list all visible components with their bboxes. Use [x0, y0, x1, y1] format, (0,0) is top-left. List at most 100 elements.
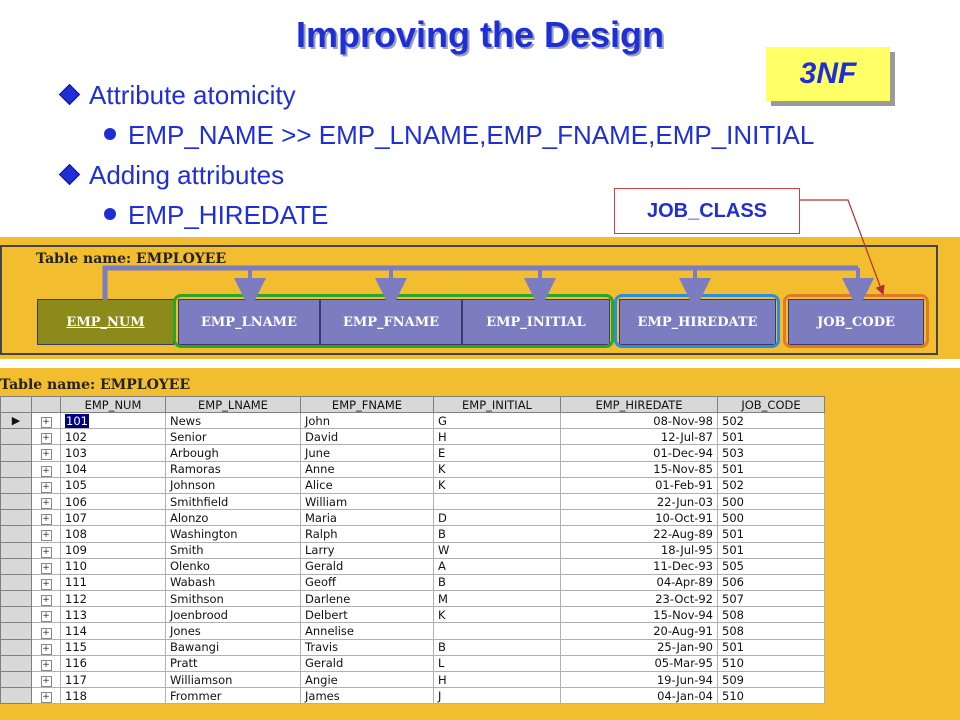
- cell-emp-num[interactable]: 112: [60, 590, 166, 608]
- cell-emp-fname[interactable]: Anne: [300, 460, 434, 478]
- cell-emp-num[interactable]: 102: [60, 428, 166, 446]
- expand-row-icon[interactable]: +: [31, 687, 61, 705]
- table-row[interactable]: +109 Smith Larry W 18-Jul-95 501: [0, 541, 825, 559]
- table-row[interactable]: +107 Alonzo Maria D 10-Oct-91 500: [0, 509, 825, 527]
- row-selector[interactable]: [0, 444, 32, 462]
- cell-emp-fname[interactable]: Ralph: [300, 525, 434, 543]
- cell-emp-fname[interactable]: David: [300, 428, 434, 446]
- cell-job-code[interactable]: 506: [717, 573, 825, 592]
- cell-emp-lname[interactable]: Smith: [165, 541, 301, 559]
- row-selector[interactable]: [0, 654, 32, 673]
- row-selector[interactable]: ▶: [0, 411, 32, 430]
- cell-emp-num[interactable]: 109: [60, 541, 166, 559]
- cell-emp-hiredate[interactable]: 08-Nov-98: [560, 411, 718, 430]
- table-row[interactable]: +103 Arbough June E 01-Dec-94 503: [0, 444, 825, 462]
- cell-emp-initial[interactable]: H: [433, 670, 561, 689]
- cell-job-code[interactable]: 503: [717, 444, 825, 462]
- cell-emp-initial[interactable]: J: [433, 687, 561, 705]
- cell-emp-num[interactable]: 101: [60, 411, 166, 430]
- cell-job-code[interactable]: 509: [717, 670, 825, 689]
- cell-emp-lname[interactable]: Washington: [165, 525, 301, 543]
- cell-job-code[interactable]: 507: [717, 590, 825, 608]
- row-selector[interactable]: [0, 670, 32, 689]
- expand-row-icon[interactable]: +: [31, 525, 61, 543]
- table-row[interactable]: +112 Smithson Darlene M 23-Oct-92 507: [0, 590, 825, 608]
- cell-emp-num[interactable]: 113: [60, 606, 166, 624]
- cell-job-code[interactable]: 500: [717, 492, 825, 511]
- cell-emp-initial[interactable]: A: [433, 557, 561, 575]
- cell-emp-lname[interactable]: Johnson: [165, 476, 301, 494]
- cell-emp-initial[interactable]: E: [433, 444, 561, 462]
- cell-emp-fname[interactable]: Gerald: [300, 557, 434, 575]
- cell-emp-hiredate[interactable]: 18-Jul-95: [560, 541, 718, 559]
- expand-row-icon[interactable]: +: [31, 509, 61, 527]
- row-selector[interactable]: [0, 573, 32, 592]
- row-selector[interactable]: [0, 606, 32, 624]
- row-selector[interactable]: [0, 525, 32, 543]
- expand-row-icon[interactable]: +: [31, 541, 61, 559]
- table-row[interactable]: +104 Ramoras Anne K 15-Nov-85 501: [0, 460, 825, 478]
- cell-job-code[interactable]: 505: [717, 557, 825, 575]
- expand-row-icon[interactable]: +: [31, 557, 61, 575]
- cell-emp-hiredate[interactable]: 23-Oct-92: [560, 590, 718, 608]
- cell-emp-fname[interactable]: Angie: [300, 670, 434, 689]
- row-selector[interactable]: [0, 622, 32, 640]
- cell-emp-hiredate[interactable]: 25-Jan-90: [560, 638, 718, 656]
- table-row[interactable]: +117 Williamson Angie H 19-Jun-94 509: [0, 670, 825, 689]
- cell-emp-lname[interactable]: News: [165, 411, 301, 430]
- cell-emp-initial[interactable]: G: [433, 411, 561, 430]
- cell-emp-fname[interactable]: Delbert: [300, 606, 434, 624]
- cell-emp-initial[interactable]: H: [433, 428, 561, 446]
- table-row[interactable]: ▶ +101 News John G 08-Nov-98 502: [0, 411, 825, 430]
- cell-emp-fname[interactable]: Geoff: [300, 573, 434, 592]
- cell-emp-initial[interactable]: L: [433, 654, 561, 673]
- cell-emp-hiredate[interactable]: 10-Oct-91: [560, 509, 718, 527]
- cell-job-code[interactable]: 510: [717, 687, 825, 705]
- cell-emp-initial[interactable]: [433, 622, 561, 640]
- cell-emp-lname[interactable]: Olenko: [165, 557, 301, 575]
- cell-emp-lname[interactable]: Ramoras: [165, 460, 301, 478]
- cell-emp-lname[interactable]: Jones: [165, 622, 301, 640]
- header-emp-hiredate[interactable]: EMP_HIREDATE: [560, 396, 718, 413]
- table-row[interactable]: +114 Jones Annelise 20-Aug-91 508: [0, 622, 825, 640]
- cell-emp-hiredate[interactable]: 22-Aug-89: [560, 525, 718, 543]
- cell-emp-hiredate[interactable]: 04-Apr-89: [560, 573, 718, 592]
- cell-emp-lname[interactable]: Pratt: [165, 654, 301, 673]
- cell-emp-num[interactable]: 110: [60, 557, 166, 575]
- expand-row-icon[interactable]: +: [31, 444, 61, 462]
- cell-emp-num[interactable]: 111: [60, 573, 166, 592]
- cell-emp-fname[interactable]: Gerald: [300, 654, 434, 673]
- cell-emp-initial[interactable]: K: [433, 606, 561, 624]
- cell-job-code[interactable]: 502: [717, 411, 825, 430]
- cell-emp-hiredate[interactable]: 15-Nov-94: [560, 606, 718, 624]
- cell-emp-num[interactable]: 108: [60, 525, 166, 543]
- cell-emp-fname[interactable]: June: [300, 444, 434, 462]
- cell-emp-num[interactable]: 118: [60, 687, 166, 705]
- cell-emp-num[interactable]: 114: [60, 622, 166, 640]
- expand-row-icon[interactable]: +: [31, 654, 61, 673]
- cell-emp-fname[interactable]: James: [300, 687, 434, 705]
- row-selector[interactable]: [0, 460, 32, 478]
- row-selector[interactable]: [0, 428, 32, 446]
- cell-emp-num[interactable]: 116: [60, 654, 166, 673]
- cell-job-code[interactable]: 502: [717, 476, 825, 494]
- cell-emp-fname[interactable]: Maria: [300, 509, 434, 527]
- row-selector[interactable]: [0, 590, 32, 608]
- row-selector[interactable]: [0, 492, 32, 511]
- expand-row-icon[interactable]: +: [31, 411, 61, 430]
- cell-emp-initial[interactable]: D: [433, 509, 561, 527]
- cell-emp-initial[interactable]: M: [433, 590, 561, 608]
- cell-emp-lname[interactable]: Williamson: [165, 670, 301, 689]
- table-row[interactable]: +115 Bawangi Travis B 25-Jan-90 501: [0, 638, 825, 656]
- cell-emp-lname[interactable]: Frommer: [165, 687, 301, 705]
- expand-row-icon[interactable]: +: [31, 428, 61, 446]
- table-row[interactable]: +108 Washington Ralph B 22-Aug-89 501: [0, 525, 825, 543]
- row-selector[interactable]: [0, 509, 32, 527]
- table-row[interactable]: +118 Frommer James J 04-Jan-04 510: [0, 687, 825, 705]
- cell-emp-hiredate[interactable]: 11-Dec-93: [560, 557, 718, 575]
- cell-emp-num[interactable]: 104: [60, 460, 166, 478]
- cell-emp-lname[interactable]: Joenbrood: [165, 606, 301, 624]
- cell-emp-lname[interactable]: Arbough: [165, 444, 301, 462]
- row-selector[interactable]: [0, 557, 32, 575]
- expand-row-icon[interactable]: +: [31, 460, 61, 478]
